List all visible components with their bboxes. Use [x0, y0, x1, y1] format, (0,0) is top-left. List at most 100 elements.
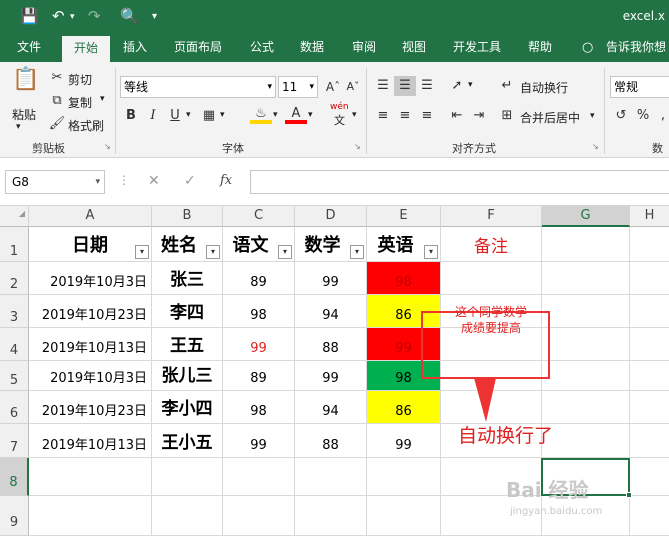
- cell[interactable]: [542, 424, 630, 458]
- column-header[interactable]: B: [152, 206, 223, 227]
- header-date[interactable]: 日期 ▾: [29, 227, 152, 262]
- header-note[interactable]: 备注: [441, 227, 542, 262]
- cell[interactable]: [630, 391, 669, 424]
- merge-dropdown-icon[interactable]: ▾: [590, 111, 595, 121]
- copy-icon[interactable]: ⧉: [46, 91, 68, 111]
- cell[interactable]: [630, 361, 669, 391]
- date-cell[interactable]: 2019年10月3日: [29, 262, 152, 295]
- orientation-dropdown-icon[interactable]: ▾: [468, 80, 473, 90]
- align-bottom-icon[interactable]: ☰: [416, 76, 438, 96]
- english-score-cell[interactable]: 98: [367, 262, 441, 295]
- cell[interactable]: [223, 496, 295, 536]
- wrap-text-button[interactable]: 自动换行: [520, 79, 568, 96]
- tab-data[interactable]: 数据: [300, 34, 324, 62]
- align-right-icon[interactable]: ≡: [416, 106, 438, 126]
- number-format-select[interactable]: 常规: [610, 76, 669, 98]
- cell[interactable]: [542, 262, 630, 295]
- borders-icon[interactable]: ▦: [198, 106, 220, 126]
- formula-input[interactable]: [250, 170, 669, 194]
- column-header[interactable]: F: [441, 206, 542, 227]
- header-name[interactable]: 姓名 ▾: [152, 227, 223, 262]
- column-header[interactable]: G: [542, 206, 630, 227]
- cell[interactable]: [152, 458, 223, 496]
- cell[interactable]: [367, 496, 441, 536]
- scissors-icon[interactable]: ✂: [46, 68, 68, 88]
- name-cell[interactable]: 王小五: [152, 424, 223, 458]
- cell[interactable]: [542, 295, 630, 328]
- tab-file[interactable]: 文件: [17, 34, 41, 62]
- paste-icon[interactable]: 📋: [12, 69, 39, 100]
- merge-center-button[interactable]: 合并后居中: [520, 109, 580, 126]
- paste-button[interactable]: 粘贴: [12, 106, 36, 123]
- math-score-cell[interactable]: 94: [295, 391, 367, 424]
- increase-indent-icon[interactable]: ⇥: [468, 106, 490, 126]
- tab-home[interactable]: 开始: [62, 36, 111, 62]
- date-cell[interactable]: 2019年10月23日: [29, 391, 152, 424]
- column-header[interactable]: D: [295, 206, 367, 227]
- date-cell[interactable]: 2019年10月3日: [29, 361, 152, 391]
- date-cell[interactable]: 2019年10月13日: [29, 328, 152, 361]
- redo-icon[interactable]: ↷: [88, 7, 101, 25]
- cell[interactable]: [542, 391, 630, 424]
- math-score-cell[interactable]: 99: [295, 361, 367, 391]
- alignment-launcher-icon[interactable]: ↘: [592, 142, 599, 151]
- row-header[interactable]: 1: [0, 227, 29, 262]
- lightbulb-icon[interactable]: ○: [582, 34, 593, 62]
- undo-dropdown-icon[interactable]: ▾: [70, 12, 75, 22]
- tab-help[interactable]: 帮助: [528, 34, 552, 62]
- name-box[interactable]: G8 ▾: [5, 170, 105, 194]
- cell[interactable]: [630, 328, 669, 361]
- wrap-text-icon[interactable]: ↵: [496, 76, 518, 96]
- underline-button[interactable]: U: [164, 106, 186, 126]
- tab-page-layout[interactable]: 页面布局: [174, 34, 222, 62]
- cell[interactable]: [630, 458, 669, 496]
- row-header[interactable]: 9: [0, 496, 29, 536]
- cell[interactable]: [542, 328, 630, 361]
- paste-dropdown-icon[interactable]: ▾: [16, 122, 21, 132]
- chinese-score-cell[interactable]: 98: [223, 295, 295, 328]
- cell[interactable]: [630, 424, 669, 458]
- italic-button[interactable]: I: [142, 106, 164, 126]
- column-header[interactable]: A: [29, 206, 152, 227]
- cell[interactable]: [630, 496, 669, 536]
- print-preview-icon[interactable]: 🔍: [120, 7, 139, 25]
- fill-color-icon[interactable]: ♨: [250, 104, 272, 124]
- insert-function-icon[interactable]: fx: [220, 173, 232, 188]
- cell[interactable]: [295, 496, 367, 536]
- enter-icon[interactable]: ✓: [184, 173, 196, 189]
- font-name-select[interactable]: 等线 ▾: [120, 76, 276, 98]
- tab-view[interactable]: 视图: [402, 34, 426, 62]
- column-header[interactable]: H: [630, 206, 669, 227]
- font-launcher-icon[interactable]: ↘: [354, 142, 361, 151]
- date-cell[interactable]: 2019年10月13日: [29, 424, 152, 458]
- comma-style-icon[interactable]: ,: [652, 106, 669, 126]
- name-cell[interactable]: 李小四: [152, 391, 223, 424]
- align-left-icon[interactable]: ≡: [372, 106, 394, 126]
- cell[interactable]: [367, 458, 441, 496]
- row-header[interactable]: 5: [0, 361, 29, 391]
- english-score-cell[interactable]: 86: [367, 391, 441, 424]
- format-painter-button[interactable]: 格式刷: [68, 117, 104, 134]
- chinese-score-cell[interactable]: 89: [223, 361, 295, 391]
- row-header[interactable]: 3: [0, 295, 29, 328]
- select-all-corner[interactable]: ◢: [0, 206, 29, 227]
- font-color-icon[interactable]: A: [285, 104, 307, 124]
- copy-button[interactable]: 复制: [68, 94, 92, 111]
- name-cell[interactable]: 王五: [152, 328, 223, 361]
- decrease-indent-icon[interactable]: ⇤: [446, 106, 468, 126]
- phonetic-guide-button[interactable]: wén: [330, 102, 349, 112]
- column-header[interactable]: C: [223, 206, 295, 227]
- header-math[interactable]: 数学 ▾: [295, 227, 367, 262]
- merge-center-icon[interactable]: ⊞: [496, 106, 518, 126]
- orientation-icon[interactable]: ➚: [446, 76, 468, 96]
- fill-dropdown-icon[interactable]: ▾: [273, 110, 278, 120]
- bold-button[interactable]: B: [120, 106, 142, 126]
- tab-formulas[interactable]: 公式: [250, 34, 274, 62]
- customize-toolbar-icon[interactable]: ▾: [152, 11, 157, 22]
- phonetic-dropdown-icon[interactable]: ▾: [352, 110, 357, 120]
- name-cell[interactable]: 李四: [152, 295, 223, 328]
- cell[interactable]: [630, 262, 669, 295]
- underline-dropdown-icon[interactable]: ▾: [186, 110, 191, 120]
- percent-button[interactable]: %: [632, 106, 654, 126]
- cancel-icon[interactable]: ✕: [148, 173, 160, 189]
